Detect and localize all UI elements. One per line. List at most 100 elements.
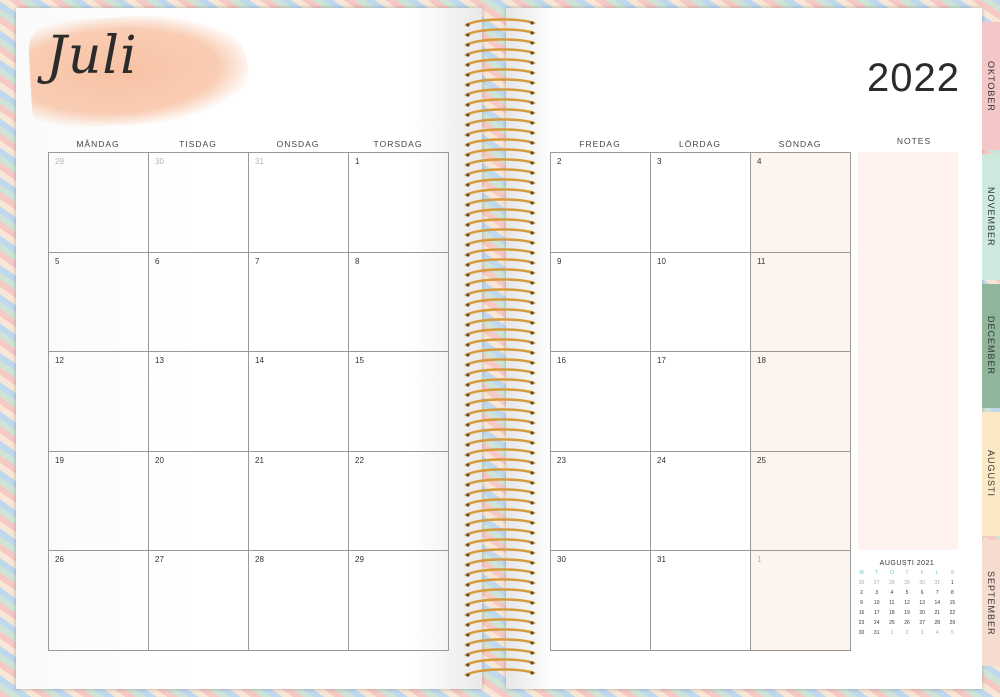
day-cell[interactable]: 12 [49, 352, 149, 452]
calendar-grid-right: 2 3 4 9 10 11 16 17 18 23 24 25 30 31 1 [550, 152, 851, 651]
spiral-hole [466, 283, 470, 287]
day-cell[interactable]: 31 [249, 153, 349, 253]
spiral-ring [464, 438, 536, 447]
day-cell[interactable]: 18 [751, 352, 851, 452]
mini-calendar-day: 29 [949, 620, 956, 626]
day-number: 26 [55, 555, 64, 565]
spiral-ring [464, 58, 536, 67]
day-cell[interactable]: 10 [651, 252, 751, 353]
spiral-hole [466, 533, 470, 537]
spiral-ring [464, 28, 536, 37]
spiral-hole [466, 213, 470, 217]
day-cell[interactable]: 1 [751, 551, 851, 651]
day-cell[interactable]: 9 [551, 252, 651, 353]
day-cell[interactable]: 29 [49, 153, 149, 253]
spiral-hole [466, 343, 470, 347]
month-tab-december[interactable]: DECEMBER [982, 284, 1000, 408]
spiral-hole [466, 553, 470, 557]
spiral-ring [464, 458, 536, 467]
day-number: 18 [757, 356, 766, 366]
notes-area[interactable] [858, 152, 958, 550]
weekday-headers-left: MÅNDAG TISDAG ONSDAG TORSDAG [48, 139, 448, 149]
spiral-hole [530, 491, 534, 495]
left-page: Juli MÅNDAG TISDAG ONSDAG TORSDAG 29 30 31 1 5 6… [16, 8, 482, 689]
spiral-ring [464, 208, 536, 217]
mini-calendar-dow: M [859, 570, 864, 576]
spiral-ring [464, 598, 536, 607]
spiral-hole [466, 603, 470, 607]
spiral-hole [530, 61, 534, 65]
spiral-hole [530, 51, 534, 55]
day-cell[interactable]: 28 [249, 551, 349, 651]
mini-calendar-day: 30 [858, 630, 865, 636]
spiral-ring [464, 628, 536, 637]
day-cell[interactable]: 15 [349, 352, 449, 452]
spiral-ring [464, 618, 536, 627]
day-cell[interactable]: 17 [651, 352, 751, 452]
weekday-header: TISDAG [179, 139, 217, 149]
day-cell[interactable]: 30 [551, 551, 651, 651]
spiral-ring [464, 298, 536, 307]
spiral-ring [464, 48, 536, 57]
spiral-hole [530, 231, 534, 235]
mini-calendar-day: 1 [890, 630, 894, 636]
day-cell[interactable]: 8 [349, 252, 449, 353]
day-cell[interactable]: 21 [249, 451, 349, 552]
day-cell[interactable]: 11 [751, 252, 851, 353]
day-cell[interactable]: 1 [349, 153, 449, 253]
spiral-hole [466, 23, 470, 27]
day-cell[interactable]: 5 [49, 252, 149, 353]
day-cell[interactable]: 29 [349, 551, 449, 651]
spiral-ring [464, 78, 536, 87]
mini-calendar-day: 13 [919, 600, 925, 606]
day-cell[interactable]: 31 [651, 551, 751, 651]
day-cell[interactable]: 26 [49, 551, 149, 651]
day-cell[interactable]: 3 [651, 153, 751, 253]
spiral-ring [464, 608, 536, 617]
spiral-hole [530, 631, 534, 635]
month-tab-november[interactable]: NOVEMBER [982, 154, 1000, 280]
day-cell[interactable]: 27 [149, 551, 249, 651]
day-cell[interactable]: 14 [249, 352, 349, 452]
spiral-hole [466, 583, 470, 587]
day-number: 13 [155, 356, 164, 366]
day-cell[interactable]: 25 [751, 451, 851, 552]
right-page: 2022 FREDAG LÖRDAG SÖNDAG 2 3 4 9 10 11 16 17 18 23… [506, 8, 982, 689]
spiral-ring [464, 138, 536, 147]
spiral-ring [464, 498, 536, 507]
spiral-hole [530, 511, 534, 515]
spiral-ring [464, 328, 536, 337]
day-cell[interactable]: 2 [551, 153, 651, 253]
day-cell[interactable]: 16 [551, 352, 651, 452]
day-cell[interactable]: 4 [751, 153, 851, 253]
mini-calendar-dow: F [920, 570, 924, 576]
spiral-hole [466, 323, 470, 327]
day-number: 22 [355, 455, 364, 465]
day-number: 30 [557, 555, 566, 565]
spiral-ring [464, 218, 536, 227]
day-cell[interactable]: 6 [149, 252, 249, 353]
day-cell[interactable]: 24 [651, 451, 751, 552]
month-title: Juli [46, 26, 138, 86]
month-tab-september[interactable]: SEPTEMBER [982, 540, 1000, 666]
month-tab-label: OKTOBER [986, 60, 996, 112]
day-cell[interactable]: 30 [149, 153, 249, 253]
spiral-hole [466, 63, 470, 67]
day-cell[interactable]: 19 [49, 451, 149, 552]
day-cell[interactable]: 23 [551, 451, 651, 552]
month-tab-oktober[interactable]: OKTOBER [982, 22, 1000, 150]
day-cell[interactable]: 22 [349, 451, 449, 552]
day-cell[interactable]: 13 [149, 352, 249, 452]
mini-calendar-day: 8 [951, 590, 954, 596]
mini-calendar-day: 22 [949, 610, 956, 616]
day-cell[interactable]: 7 [249, 252, 349, 353]
spiral-hole [530, 111, 534, 115]
spiral-hole [530, 601, 534, 605]
spiral-ring [464, 338, 536, 347]
weekday-header: FREDAG [579, 139, 621, 149]
month-tab-label: SEPTEMBER [986, 570, 996, 636]
mini-calendar-day: 4 [935, 630, 939, 636]
spiral-hole [530, 171, 534, 175]
day-cell[interactable]: 20 [149, 451, 249, 552]
month-tab-augusti[interactable]: AUGUSTI [982, 412, 1000, 536]
